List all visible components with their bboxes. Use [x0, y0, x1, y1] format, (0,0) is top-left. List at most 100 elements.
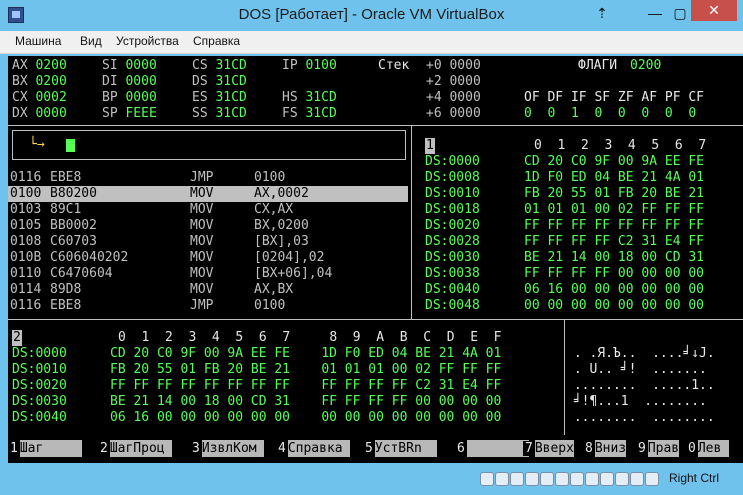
- mouse-integration-icon[interactable]: [630, 472, 644, 486]
- disasm-address[interactable]: 0116: [10, 298, 41, 314]
- disasm-mnemonic[interactable]: MOV: [190, 266, 213, 282]
- disasm-address[interactable]: 0100: [10, 186, 42, 202]
- disasm-operands[interactable]: AX,0002: [254, 186, 309, 202]
- dump1-row-address[interactable]: DS:0030: [425, 250, 480, 266]
- menu-machine[interactable]: Машина: [15, 34, 61, 48]
- dump1-row-address[interactable]: DS:0008: [425, 170, 480, 186]
- disasm-mnemonic[interactable]: MOV: [190, 186, 214, 202]
- disasm-mnemonic[interactable]: MOV: [190, 250, 213, 266]
- dump1-row-address[interactable]: DS:0040: [425, 282, 480, 298]
- dump1-row-bytes[interactable]: FF FF FF FF C2 31 E4 FF: [524, 234, 704, 250]
- disasm-address[interactable]: 0103: [10, 202, 41, 218]
- disasm-operands[interactable]: [BX+06],04: [254, 266, 332, 282]
- disasm-operands[interactable]: 0100: [254, 170, 285, 186]
- menu-devices[interactable]: Устройства: [116, 34, 179, 48]
- disasm-mnemonic[interactable]: MOV: [190, 282, 213, 298]
- hdd-icon[interactable]: [480, 472, 494, 486]
- dump2-row-address[interactable]: DS:0010: [12, 362, 67, 378]
- pin-icon[interactable]: ⇡: [594, 2, 610, 24]
- dump1-row-bytes[interactable]: 01 01 01 00 02 FF FF FF: [524, 202, 704, 218]
- dump2-row-address[interactable]: DS:0020: [12, 378, 67, 394]
- disasm-address[interactable]: 010B: [10, 250, 41, 266]
- disasm-operands[interactable]: BX,0200: [254, 218, 309, 234]
- minimize-button[interactable]: —: [640, 2, 670, 24]
- dump2-row-bytes[interactable]: FB 20 55 01 FB 20 BE 21 01 01 01 00 02 F…: [110, 362, 501, 378]
- disasm-operands[interactable]: AX,BX: [254, 282, 293, 298]
- disasm-mnemonic[interactable]: MOV: [190, 218, 213, 234]
- dump1-row-bytes[interactable]: FF FF FF FF 00 00 00 00: [524, 266, 704, 282]
- disasm-address[interactable]: 0108: [10, 234, 41, 250]
- disasm-mnemonic[interactable]: JMP: [190, 170, 213, 186]
- dump1-row-address[interactable]: DS:0048: [425, 298, 480, 314]
- disasm-bytes[interactable]: EBE8: [50, 170, 81, 186]
- disasm-bytes[interactable]: 89D8: [50, 282, 81, 298]
- dump1-row-bytes[interactable]: FB 20 55 01 FB 20 BE 21: [524, 186, 704, 202]
- dump1-row-address[interactable]: DS:0018: [425, 202, 480, 218]
- arrow-down-icon[interactable]: [645, 472, 659, 486]
- fkey-3[interactable]: 3 ИзвлКом: [190, 440, 265, 457]
- disasm-address[interactable]: 0110: [10, 266, 41, 282]
- dump1-row-address[interactable]: DS:0028: [425, 234, 480, 250]
- display-icon[interactable]: [585, 472, 599, 486]
- dump1-row-address[interactable]: DS:0038: [425, 266, 480, 282]
- dump1-row-address[interactable]: DS:0000: [425, 154, 480, 170]
- disasm-operands[interactable]: 0100: [254, 298, 285, 314]
- disasm-bytes[interactable]: BB0002: [50, 218, 97, 234]
- close-button[interactable]: ✕: [691, 0, 737, 21]
- disasm-address[interactable]: 0105: [10, 218, 41, 234]
- fkey-2[interactable]: 2 ШагПроц: [98, 440, 173, 457]
- dump1-row-bytes[interactable]: FF FF FF FF FF FF FF FF: [524, 218, 704, 234]
- disasm-mnemonic[interactable]: MOV: [190, 234, 213, 250]
- disasm-bytes[interactable]: C606040202: [50, 250, 128, 266]
- floppy-icon[interactable]: [510, 472, 524, 486]
- disasm-bytes[interactable]: C6470604: [50, 266, 113, 282]
- dump1-row-bytes[interactable]: 1D F0 ED 04 BE 21 4A 01: [524, 170, 704, 186]
- disasm-bytes[interactable]: C60703: [50, 234, 97, 250]
- disasm-bytes[interactable]: B80200: [50, 186, 97, 202]
- vm-display[interactable]: AX 0200 SI 0000 CS 31CD IP 0100 BX 0200 DI 00…: [8, 56, 743, 463]
- dump1-row-address[interactable]: DS:0010: [425, 186, 480, 202]
- dump2-row-address[interactable]: DS:0030: [12, 394, 67, 410]
- dump1-row-bytes[interactable]: BE 21 14 00 18 00 CD 31: [524, 250, 704, 266]
- cd-icon[interactable]: [495, 472, 509, 486]
- menu-help[interactable]: Справка: [193, 34, 240, 48]
- audio-icon[interactable]: [525, 472, 539, 486]
- network-icon[interactable]: [540, 472, 554, 486]
- disasm-bytes[interactable]: 89C1: [50, 202, 81, 218]
- fkey-0[interactable]: 0 Лев: [686, 440, 730, 457]
- disasm-operands[interactable]: [0204],02: [254, 250, 324, 266]
- dump1-row-bytes[interactable]: CD 20 C0 9F 00 9A EE FE: [524, 154, 704, 170]
- dump2-row-address[interactable]: DS:0040: [12, 410, 67, 426]
- video-capture-icon[interactable]: [600, 472, 614, 486]
- dump2-row-ascii[interactable]: ╛!¶...1 ........: [566, 394, 707, 410]
- disasm-mnemonic[interactable]: MOV: [190, 202, 213, 218]
- usb-icon[interactable]: [555, 472, 569, 486]
- disasm-operands[interactable]: CX,AX: [254, 202, 293, 218]
- fkey-5[interactable]: 5 УстBRn: [363, 440, 438, 457]
- disasm-operands[interactable]: [BX],03: [254, 234, 309, 250]
- fkey-4[interactable]: 4 Справка: [276, 440, 351, 457]
- fkey-1[interactable]: 1 Шаг: [8, 440, 83, 457]
- disasm-address[interactable]: 0116: [10, 170, 41, 186]
- dump2-row-ascii[interactable]: ........ ........: [566, 410, 715, 426]
- disasm-mnemonic[interactable]: JMP: [190, 298, 213, 314]
- fkey-9[interactable]: 9 Прав: [636, 440, 680, 457]
- disasm-bytes[interactable]: EBE8: [50, 298, 81, 314]
- fkey-8[interactable]: 8 Вниз: [583, 440, 627, 457]
- shared-folder-icon[interactable]: [570, 472, 584, 486]
- host-key-label[interactable]: Right Ctrl: [669, 471, 719, 485]
- fkey-7[interactable]: 7 Вверх: [523, 440, 574, 457]
- dump2-row-ascii[interactable]: . .Я.Ъ.. ....╛↓J.: [566, 346, 715, 362]
- dump2-row-bytes[interactable]: FF FF FF FF FF FF FF FF FF FF FF FF C2 3…: [110, 378, 501, 394]
- dump1-row-bytes[interactable]: 00 00 00 00 00 00 00 00: [524, 298, 704, 314]
- dump1-row-address[interactable]: DS:0020: [425, 218, 480, 234]
- disasm-address[interactable]: 0114: [10, 282, 41, 298]
- dump1-row-bytes[interactable]: 06 16 00 00 00 00 00 00: [524, 282, 704, 298]
- menu-view[interactable]: Вид: [80, 34, 102, 48]
- dump2-row-bytes[interactable]: 06 16 00 00 00 00 00 00 00 00 00 00 00 0…: [110, 410, 501, 426]
- dump2-row-address[interactable]: DS:0000: [12, 346, 67, 362]
- usb-device-icon[interactable]: [615, 472, 629, 486]
- maximize-button[interactable]: ▢: [668, 2, 692, 24]
- dump2-row-ascii[interactable]: . U.. ╛! .......: [566, 362, 707, 378]
- fkey-6[interactable]: 6: [455, 440, 530, 457]
